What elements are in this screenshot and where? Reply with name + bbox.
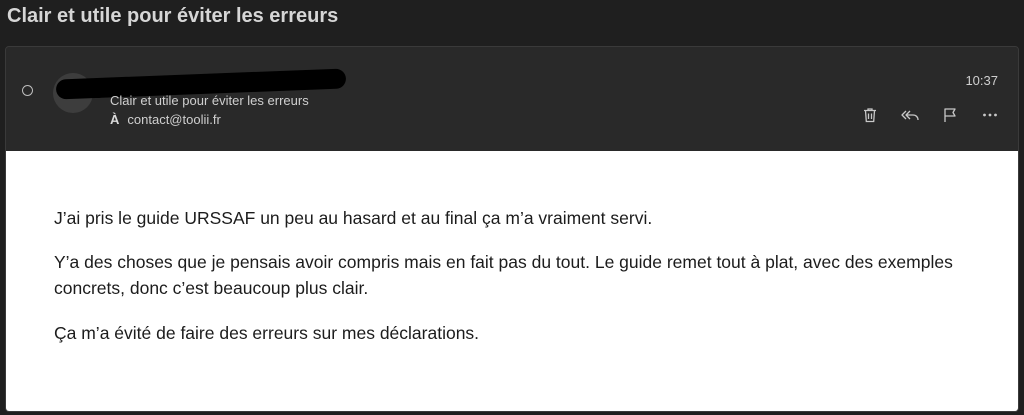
redacted-sender-tail (58, 88, 104, 98)
recipient-line: Àcontact@toolii.fr (110, 112, 221, 127)
email-card: Clair et utile pour éviter les erreurs À… (5, 46, 1019, 412)
reply-all-button[interactable] (898, 103, 922, 127)
email-subject: Clair et utile pour éviter les erreurs (110, 93, 309, 108)
reply-all-icon (900, 106, 920, 124)
more-button[interactable] (978, 103, 1002, 127)
trash-icon (861, 106, 879, 124)
body-paragraph-2: Y’a des choses que je pensais avoir comp… (54, 252, 953, 298)
flag-button[interactable] (938, 103, 962, 127)
email-time: 10:37 (965, 73, 998, 88)
more-icon (981, 106, 999, 124)
select-radio[interactable] (22, 85, 33, 96)
body-paragraph-1: J’ai pris le guide URSSAF un peu au hasa… (54, 208, 653, 228)
delete-button[interactable] (858, 103, 882, 127)
body-paragraph-3: Ça m’a évité de faire des erreurs sur me… (54, 323, 480, 343)
email-header: Clair et utile pour éviter les erreurs À… (6, 47, 1018, 151)
recipient-prefix: À (110, 112, 120, 127)
recipient-address: contact@toolii.fr (127, 112, 221, 127)
email-actions (842, 103, 1002, 127)
email-body: J’ai pris le guide URSSAF un peu au hasa… (6, 151, 1018, 411)
page-title: Clair et utile pour éviter les erreurs (7, 5, 339, 27)
flag-icon (941, 106, 959, 124)
